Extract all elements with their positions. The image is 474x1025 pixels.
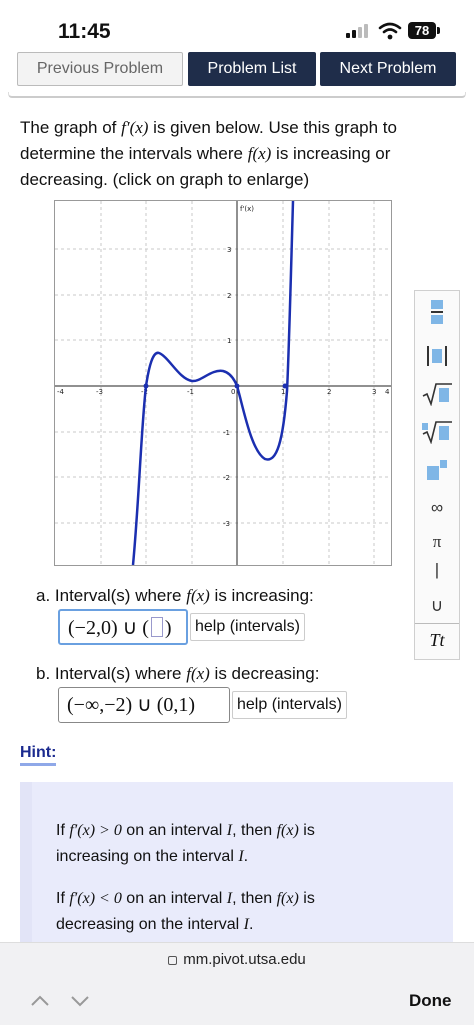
x-tick-label: -1 xyxy=(187,388,194,396)
part-b-text: is decreasing: xyxy=(209,664,320,683)
y-tick-label: 2 xyxy=(227,292,231,300)
x-tick-label: 2 xyxy=(327,388,331,396)
x-tick-label: 4 xyxy=(385,388,390,396)
prompt-math-fx: f(x) xyxy=(247,144,272,163)
exponent-tool-button[interactable] xyxy=(415,453,459,487)
curve-point xyxy=(143,383,149,389)
part-b-label: b. Interval(s) where f(x) is decreasing: xyxy=(36,664,319,684)
derivative-curve xyxy=(131,200,295,566)
wifi-icon xyxy=(378,22,402,40)
text-tool-button[interactable]: Tt xyxy=(415,623,459,657)
battery-icon: 78 xyxy=(408,22,436,39)
x-tick-label: -4 xyxy=(57,388,65,396)
done-button[interactable]: Done xyxy=(409,991,452,1011)
y-tick-label: -3 xyxy=(223,520,230,528)
chevron-down-icon[interactable] xyxy=(70,991,90,1011)
hint-paragraph-1: If f′(x) > 0 on an interval I, then f(x)… xyxy=(56,822,315,865)
prompt-text: is increasing or xyxy=(271,144,391,163)
nth-root-icon xyxy=(422,421,452,444)
prompt-text: The graph of xyxy=(20,118,122,137)
prompt-text: is given below. Use this graph to xyxy=(148,118,397,137)
grid-lines xyxy=(55,201,391,565)
y-tick-label: -2 xyxy=(223,474,230,482)
absolute-value-tool-button[interactable] xyxy=(415,339,459,373)
previous-problem-button[interactable]: Previous Problem xyxy=(17,52,183,86)
part-b-math: f(x) xyxy=(186,664,210,683)
decreasing-answer-input[interactable]: (−∞,−2) ∪ (0,1) xyxy=(58,687,230,723)
status-bar: 11:45 78 xyxy=(0,0,474,56)
nav-panel-border xyxy=(8,92,466,98)
battery-cap xyxy=(437,27,440,34)
chevron-up-icon[interactable] xyxy=(30,991,50,1011)
fraction-icon xyxy=(431,300,443,324)
increasing-answer-input[interactable]: (−2,0) ∪ () xyxy=(58,609,188,645)
sqrt-tool-button[interactable] xyxy=(415,377,459,411)
problem-nav: Previous Problem Problem List Next Probl… xyxy=(0,52,474,94)
problem-prompt: The graph of f′(x) is given below. Use t… xyxy=(20,115,450,193)
cellular-signal-icon xyxy=(346,24,374,38)
part-a-text: a. Interval(s) where xyxy=(36,586,187,605)
graph-function-label: f'(x) xyxy=(240,205,254,213)
prompt-text: decreasing. (click on graph to enlarge) xyxy=(20,170,310,189)
prompt-text: determine the intervals where xyxy=(20,144,248,163)
problem-list-button[interactable]: Problem List xyxy=(188,52,316,86)
graph-svg: -4 -3 -2 -1 0 1 2 3 4 3 2 1 -1 -2 -3 f'(… xyxy=(55,200,391,566)
part-b-text: b. Interval(s) where xyxy=(36,664,187,683)
browser-bottom-bar: mm.pivot.utsa.edu Done xyxy=(0,942,474,1025)
url-text: mm.pivot.utsa.edu xyxy=(183,951,306,968)
math-toolbar: ∞ π | ∪ Tt xyxy=(414,290,460,660)
help-intervals-link-b[interactable]: help (intervals) xyxy=(232,691,347,719)
hint-toggle[interactable]: Hint: xyxy=(20,744,57,766)
hint-box: If f′(x) > 0 on an interval I, then f(x)… xyxy=(20,782,453,947)
x-tick-label: -3 xyxy=(96,388,103,396)
input-placeholder-box xyxy=(150,617,163,637)
part-a-math: f(x) xyxy=(186,586,210,605)
curve-point xyxy=(282,383,288,389)
y-tick-label: 1 xyxy=(227,337,231,345)
y-tick-label: 3 xyxy=(227,246,231,254)
absolute-value-icon xyxy=(427,346,447,366)
increasing-answer-value: (−2,0) ∪ ( xyxy=(68,617,149,639)
next-problem-button[interactable]: Next Problem xyxy=(320,52,456,86)
derivative-graph[interactable]: -4 -3 -2 -1 0 1 2 3 4 3 2 1 -1 -2 -3 f'(… xyxy=(54,200,392,566)
x-tick-label: 0 xyxy=(231,388,235,396)
lock-icon xyxy=(168,956,178,965)
address-bar[interactable]: mm.pivot.utsa.edu xyxy=(0,951,474,968)
x-tick-label: 1 xyxy=(281,388,285,396)
nth-root-tool-button[interactable] xyxy=(415,415,459,449)
fraction-tool-button[interactable] xyxy=(415,295,459,329)
prompt-math-fprime: f′(x) xyxy=(121,118,149,137)
x-tick-label: 3 xyxy=(372,388,376,396)
status-time: 11:45 xyxy=(58,20,111,43)
hint-paragraph-2: If f′(x) < 0 on an interval I, then f(x)… xyxy=(56,890,315,933)
help-intervals-link-a[interactable]: help (intervals) xyxy=(190,613,305,641)
curve-point xyxy=(234,383,240,389)
y-tick-label: -1 xyxy=(223,429,230,437)
exponent-icon xyxy=(427,460,447,480)
sqrt-icon xyxy=(422,383,452,406)
part-a-label: a. Interval(s) where f(x) is increasing: xyxy=(36,586,314,606)
bar-tool-button[interactable]: | xyxy=(415,553,459,587)
infinity-tool-button[interactable]: ∞ xyxy=(415,491,459,525)
part-a-text: is increasing: xyxy=(209,586,314,605)
union-tool-button[interactable]: ∪ xyxy=(415,589,459,623)
